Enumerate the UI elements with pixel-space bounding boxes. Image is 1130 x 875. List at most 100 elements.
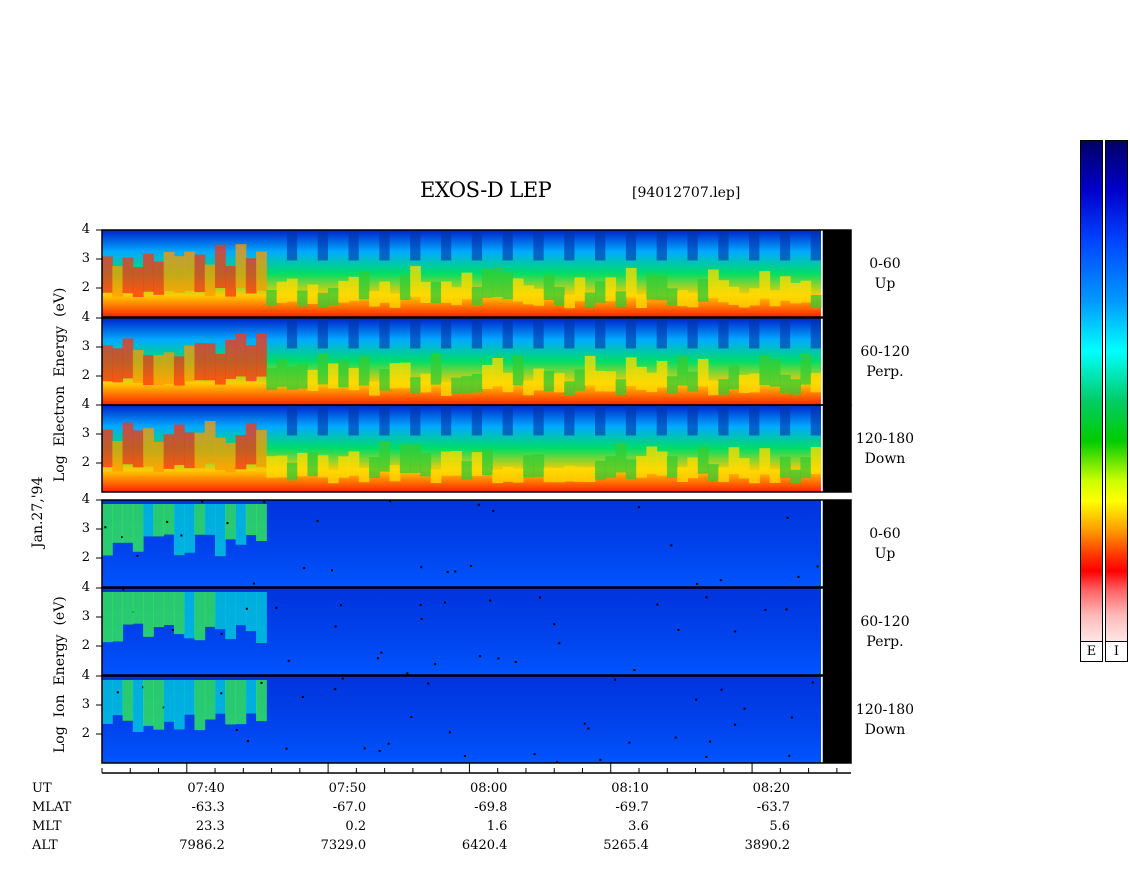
g1-panel1-feature — [245, 607, 248, 610]
g0-panel2-feature — [646, 446, 658, 474]
g0-panel0-feature — [430, 281, 442, 303]
g1-panel1-feature — [734, 630, 737, 633]
g0-panel1-feature — [543, 371, 555, 392]
axis-value-alt: 5265.4 — [603, 838, 649, 853]
g0-panel2-feature — [523, 455, 534, 478]
g0-panel0-feature — [533, 230, 544, 261]
g0-panel2-feature — [625, 405, 637, 436]
y-tick-label: 4 — [81, 310, 90, 325]
g0-panel2-feature — [112, 440, 124, 472]
g0-panel2-feature — [728, 447, 740, 475]
g0-panel1-feature — [790, 379, 801, 395]
g0-panel0-feature — [245, 258, 257, 294]
g0-panel1-feature — [286, 366, 298, 390]
g1-panel2-feature — [463, 754, 466, 757]
g0-panel2-feature — [440, 451, 452, 476]
g0-panel0-feature — [697, 278, 709, 302]
g1-panel2-feature — [116, 691, 119, 694]
g0-panel1-feature — [523, 380, 534, 396]
g0-panel1-feature — [800, 353, 812, 385]
g0-panel0-feature — [389, 293, 401, 308]
g0-panel0-feature — [163, 251, 175, 291]
g1-panel1-feature — [764, 608, 767, 611]
g0-panel0-feature — [728, 286, 740, 305]
g0-panel1-feature — [225, 339, 237, 379]
g0-panel2-feature — [379, 440, 391, 472]
g0-panel1-feature — [379, 318, 390, 349]
row-header-mlat: MLAT — [32, 800, 72, 815]
g0-panel0-feature — [184, 251, 195, 291]
axis-value-mlt: 1.6 — [486, 819, 508, 834]
g0-panel0-feature — [543, 274, 555, 300]
g0-panel1-feature — [769, 359, 781, 387]
g0-panel2-feature — [543, 467, 555, 483]
g1-panel0-feature — [252, 582, 255, 585]
g1-panel1-feature — [184, 592, 195, 639]
g0-panel2-feature — [235, 435, 247, 470]
g0-panel1-feature — [502, 318, 513, 349]
g1-panel1-feature — [553, 623, 556, 626]
g0-panel1-feature — [369, 381, 380, 396]
g0-panel0-feature — [317, 230, 328, 261]
g1-panel0-feature — [454, 570, 457, 573]
axis-value-ut: 08:00 — [469, 781, 508, 796]
g0-panel0-feature — [605, 277, 617, 302]
g0-panel0-feature — [810, 230, 821, 261]
axis-value-ut: 07:40 — [187, 781, 225, 796]
g1-panel1-feature — [194, 592, 206, 641]
g1-panel0-feature — [173, 504, 185, 556]
g0-panel1-feature — [266, 368, 278, 391]
g0-panel2-feature — [615, 443, 627, 473]
g1-panel1-feature — [334, 625, 337, 628]
channel-direction: Down — [864, 721, 906, 738]
g1-panel1-feature — [558, 642, 561, 645]
g0-panel1-feature — [482, 365, 493, 390]
g1-panel1-feature — [173, 592, 185, 635]
g0-panel0-feature — [810, 294, 822, 309]
axis-value-mlat: -69.7 — [615, 800, 649, 815]
g0-panel2-feature — [286, 462, 298, 481]
g1-panel2-feature — [674, 736, 677, 739]
g0-panel2-feature — [348, 451, 360, 476]
g0-panel1-feature — [584, 355, 596, 386]
g0-panel2-feature — [738, 458, 750, 479]
g0-panel1-feature — [502, 372, 514, 393]
g1-panel2-feature — [256, 680, 267, 722]
g0-panel0-feature — [225, 265, 237, 297]
g0-panel0-feature — [584, 292, 596, 308]
g0-panel2-feature — [266, 456, 278, 478]
g0-panel1-feature — [687, 371, 699, 392]
g0-panel0-feature — [574, 277, 586, 302]
g0-panel1-feature — [749, 373, 760, 393]
g0-panel0-feature — [286, 278, 298, 302]
g0-panel1-feature — [307, 369, 319, 391]
g0-panel0-feature — [256, 251, 267, 291]
y-axis-label: Log Electron Energy (eV) — [52, 287, 68, 482]
g0-panel1-feature — [327, 363, 339, 389]
g1-panel2-feature — [143, 680, 154, 726]
g0-panel1-feature — [112, 348, 124, 383]
g1-panel1-feature — [256, 592, 267, 644]
g0-panel0-feature — [646, 273, 658, 300]
g0-panel1-feature — [533, 318, 544, 349]
g0-panel1-feature — [759, 355, 771, 386]
g0-panel1-feature — [256, 334, 267, 377]
colorbar-ion-label: I — [1106, 641, 1127, 661]
y-tick-label: 4 — [81, 397, 90, 412]
g1-panel2-feature — [533, 753, 536, 756]
g0-panel0-feature — [595, 230, 606, 261]
g0-panel2-feature — [687, 405, 698, 436]
g1-panel2-feature — [811, 681, 814, 684]
g0-panel0-feature — [235, 244, 247, 288]
g0-panel1-feature — [718, 379, 730, 395]
g0-panel0-feature — [687, 292, 699, 308]
g1-panel2-feature — [246, 740, 249, 743]
g0-panel0-feature — [502, 272, 514, 300]
g0-panel1-feature — [194, 343, 206, 381]
g0-panel2-feature — [636, 456, 647, 478]
g0-panel2-feature — [245, 422, 257, 465]
g0-panel2-feature — [482, 449, 493, 475]
g0-panel2-feature — [420, 452, 432, 477]
g0-panel2-feature — [656, 451, 668, 476]
g0-panel1-feature — [666, 376, 678, 394]
